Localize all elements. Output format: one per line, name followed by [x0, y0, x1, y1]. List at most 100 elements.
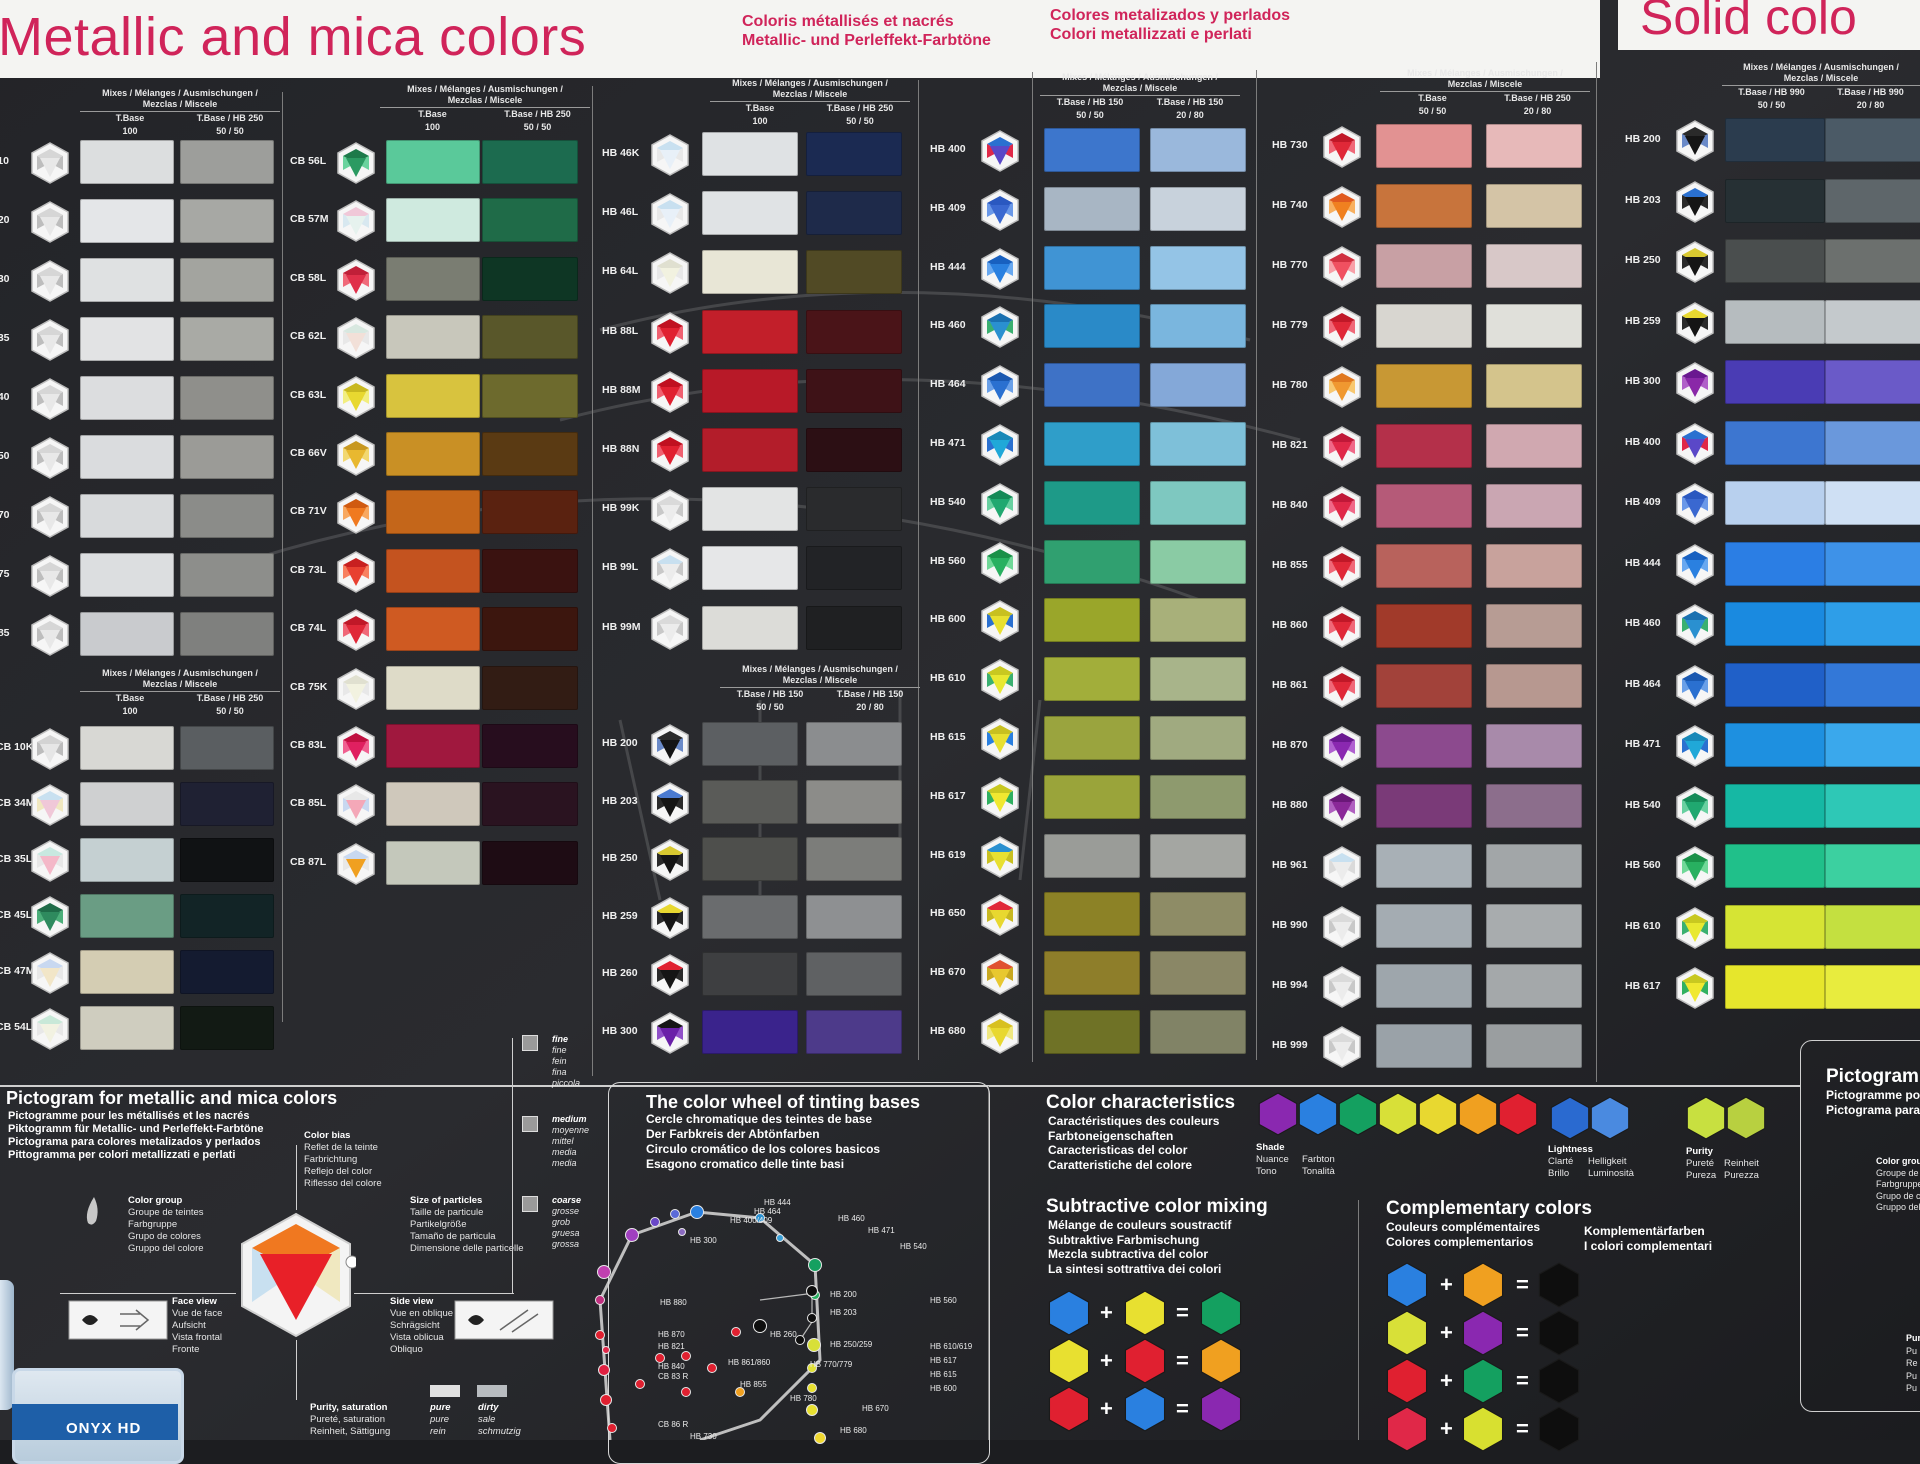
pictogram-hex-icon — [1323, 366, 1361, 408]
pictogram-hex — [28, 839, 72, 883]
equals-sign: = — [1516, 1320, 1529, 1345]
pictogram-hex — [648, 429, 692, 473]
pictogram-hex — [648, 723, 692, 767]
pictogram-hex — [1673, 664, 1717, 708]
pictogram-hex-icon — [651, 954, 689, 996]
swatch-mix-1 — [1044, 422, 1140, 466]
wheel-label: HB 250/259 — [830, 1340, 873, 1349]
swatch-row: HB 259 — [602, 895, 902, 941]
wheel-label: HB 560 — [930, 1296, 957, 1305]
swatch-mix-1 — [80, 199, 174, 243]
color-code: HB 560 — [930, 555, 966, 567]
swatch-mix-2 — [806, 837, 902, 881]
swatch-mix-2 — [1486, 304, 1582, 348]
color-code: HB 259 — [602, 910, 638, 922]
section-divider — [1358, 1200, 1359, 1440]
swatch-mix-2 — [180, 726, 274, 770]
swatch-row: HB 99L — [602, 546, 902, 592]
swatch-mix-1 — [1044, 716, 1140, 760]
pictogram-hex — [1673, 966, 1717, 1010]
complementary-hex-icon — [1462, 1262, 1504, 1308]
pictogram-hex-icon — [31, 555, 69, 597]
swatch-row: 150 — [0, 435, 274, 481]
pictogram-hex — [334, 550, 378, 594]
pictogram-hex — [978, 599, 1022, 643]
color-code: HB 259 — [1625, 315, 1661, 327]
wheel-dot — [678, 1228, 686, 1236]
mix-header: Mixes / Mélanges / Ausmischungen / Mezcl… — [1380, 68, 1590, 117]
pictogram-hex — [978, 129, 1022, 173]
pictogram-hex-icon — [981, 894, 1019, 936]
pictogram-hex-icon — [1676, 907, 1714, 949]
color-code: HB 770 — [1272, 259, 1308, 271]
wheel-subtitles: Cercle chromatique des teintes de base D… — [646, 1112, 881, 1171]
pictogram-hex — [1673, 180, 1717, 224]
swatch-mix-1 — [1044, 598, 1140, 642]
pictogram-hex — [28, 318, 72, 362]
swatch-row: HB 880 — [1272, 784, 1582, 830]
swatch-mix-2 — [482, 374, 578, 418]
swatch-mix-2 — [1150, 892, 1246, 936]
swatch-row: HB 409 — [1625, 481, 1920, 527]
equals-sign: = — [1176, 1396, 1189, 1421]
wheel-dot — [707, 1363, 717, 1373]
color-code: HB 250 — [602, 852, 638, 864]
pictogram-hex — [978, 247, 1022, 291]
color-code: HB 990 — [1272, 919, 1308, 931]
swatch-mix-2 — [180, 612, 274, 656]
particle-medium-chip — [522, 1116, 538, 1132]
wheel-dot — [807, 1383, 817, 1393]
color-code: HB 88L — [602, 325, 639, 337]
swatch-mix-1 — [1725, 360, 1825, 404]
swatch-mix-2 — [806, 487, 902, 531]
swatch-row: 135 — [0, 317, 274, 363]
swatch-mix-1 — [1725, 844, 1825, 888]
swatch-row: CB 71V — [290, 490, 578, 536]
swatch-mix-1 — [702, 1010, 798, 1054]
swatch-mix-2 — [180, 435, 274, 479]
pictogram-hex-icon — [1323, 786, 1361, 828]
color-code: HB 444 — [1625, 557, 1661, 569]
pictogram-hex — [1673, 785, 1717, 829]
wheel-dot — [731, 1327, 741, 1337]
swatch-mix-2 — [1486, 244, 1582, 288]
swatch-row: CB 75K — [290, 666, 578, 712]
swatch-row: HB 560 — [1625, 844, 1920, 890]
swatch-row: HB 460 — [1625, 602, 1920, 648]
swatch-row: HB 540 — [1625, 784, 1920, 830]
swatch-mix-2 — [1150, 128, 1246, 172]
pictogram-hex — [28, 727, 72, 771]
pictogram-hex-icon — [981, 542, 1019, 584]
pointer-line — [512, 1038, 513, 1293]
complementary-hex-icon — [1386, 1406, 1428, 1452]
swatch-mix-1 — [386, 607, 480, 651]
pictogram-hex-icon — [651, 489, 689, 531]
column-divider — [592, 86, 593, 1076]
color-code: HB 617 — [930, 790, 966, 802]
complementary-hex-icon — [1538, 1358, 1580, 1404]
swatch-row: HB 600 — [930, 598, 1246, 644]
swatch-mix-1 — [80, 782, 174, 826]
swatch-row: HB 46L — [602, 191, 902, 237]
pictogram-hex — [1320, 965, 1364, 1009]
right-pictogram-subtitles: Pictogramme po Pictograma para — [1826, 1088, 1920, 1117]
pictogram-hex — [1320, 725, 1364, 769]
swatch-mix-2 — [1150, 422, 1246, 466]
color-code: HB 99L — [602, 561, 639, 573]
equals-sign: = — [1176, 1300, 1189, 1325]
subtractive-hex-icon — [1200, 1386, 1242, 1432]
pictogram-hex — [334, 199, 378, 243]
pictogram-hex — [1673, 543, 1717, 587]
particle-fine-chip — [522, 1035, 538, 1051]
pictogram-hex-icon — [31, 614, 69, 656]
subtitle-fr-de: Coloris métallisés et nacrés Metallic- u… — [742, 12, 991, 50]
purity-hex-icon — [1726, 1096, 1766, 1140]
swatch-mix-2 — [1150, 304, 1246, 348]
swatch-row: 175 — [0, 553, 274, 599]
pictogram-hex — [28, 554, 72, 598]
color-code: CB 74L — [290, 622, 327, 634]
swatch-row: CB 54L — [0, 1006, 274, 1052]
swatch-mix-2 — [1825, 602, 1920, 646]
swatch-mix-2 — [1486, 124, 1582, 168]
color-code: HB 409 — [930, 202, 966, 214]
